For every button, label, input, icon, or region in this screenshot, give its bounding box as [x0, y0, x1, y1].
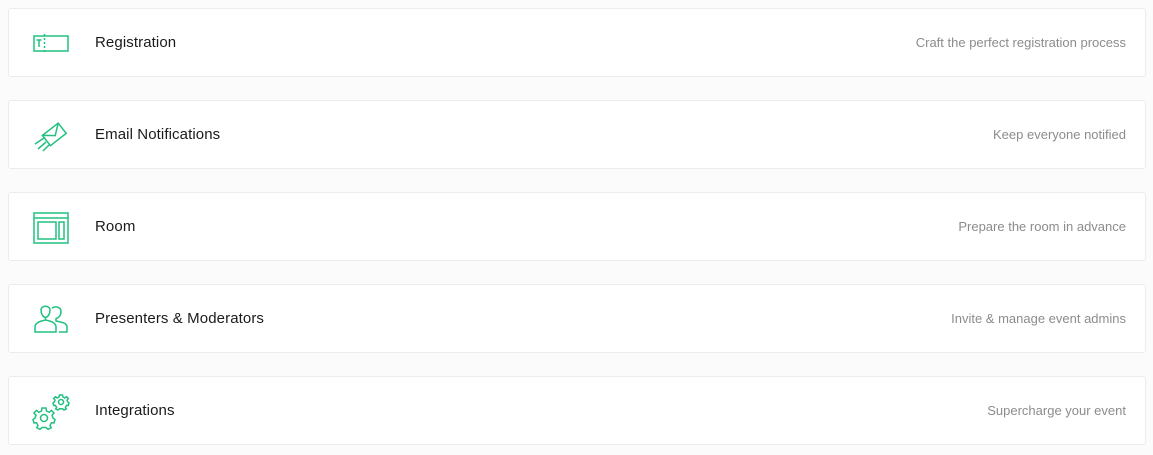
users-icon	[31, 301, 71, 339]
send-envelope-icon	[31, 117, 71, 155]
list-item-registration[interactable]: Registration Craft the perfect registrat…	[8, 8, 1146, 77]
item-description: Craft the perfect registration process	[915, 35, 1126, 50]
settings-list: Registration Craft the perfect registrat…	[0, 0, 1153, 455]
item-title: Registration	[95, 34, 177, 51]
list-item-email-notifications[interactable]: Email Notifications Keep everyone notifi…	[8, 100, 1146, 169]
ticket-icon	[31, 25, 71, 63]
item-description: Supercharge your event	[987, 403, 1126, 418]
item-title: Presenters & Moderators	[95, 310, 265, 327]
list-item-room[interactable]: Room Prepare the room in advance	[8, 192, 1146, 261]
list-item-integrations[interactable]: Integrations Supercharge your event	[8, 376, 1146, 445]
item-description: Keep everyone notified	[993, 127, 1126, 142]
item-title: Room	[95, 218, 136, 235]
item-title: Integrations	[95, 402, 175, 419]
item-description: Prepare the room in advance	[958, 219, 1126, 234]
item-description: Invite & manage event admins	[951, 311, 1126, 326]
gears-icon	[31, 393, 71, 431]
item-title: Email Notifications	[95, 126, 221, 143]
room-layout-icon	[31, 209, 71, 247]
list-item-presenters-moderators[interactable]: Presenters & Moderators Invite & manage …	[8, 284, 1146, 353]
